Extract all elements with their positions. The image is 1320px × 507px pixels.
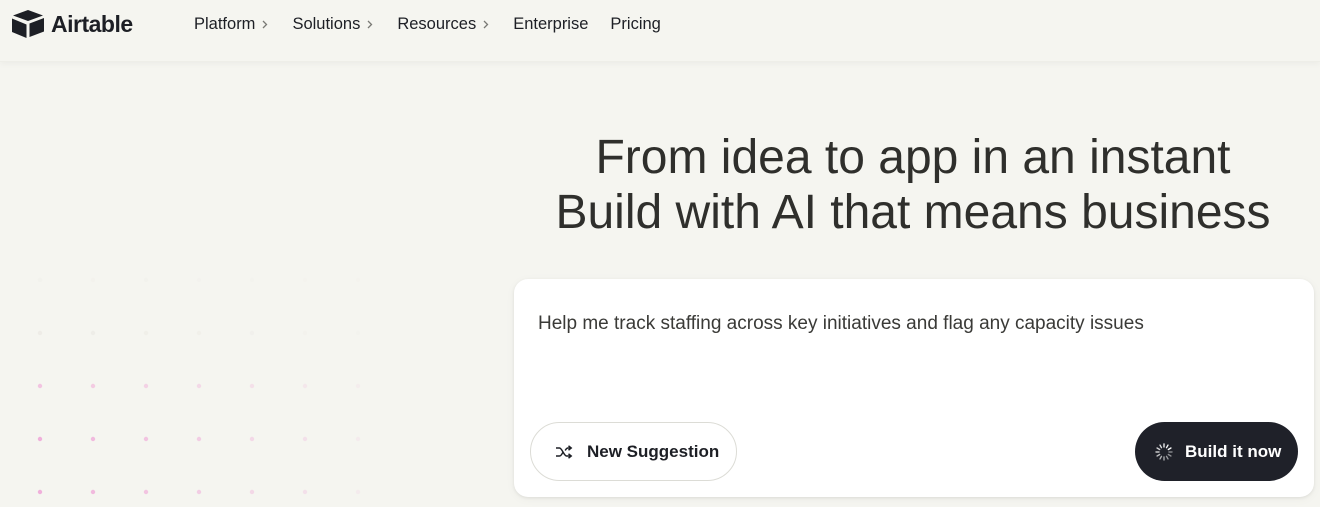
decorative-dot: [302, 330, 308, 336]
nav-item-pricing[interactable]: Pricing: [610, 14, 660, 34]
chevron-right-icon: [262, 14, 268, 34]
decorative-dot: [196, 277, 202, 283]
decorative-dot: [90, 277, 96, 283]
decorative-dot: [302, 277, 308, 283]
decorative-dot: [355, 277, 361, 283]
decorative-dot: [196, 383, 202, 389]
decorative-dot: [143, 383, 149, 389]
decorative-dot: [37, 277, 43, 283]
decorative-dot: [355, 489, 361, 495]
decorative-dot-grid: [37, 277, 361, 495]
hero-headline: From idea to app in an instant Build wit…: [513, 130, 1313, 240]
decorative-dot: [249, 277, 255, 283]
decorative-dot: [249, 436, 255, 442]
decorative-dot: [37, 330, 43, 336]
hero-line-1: From idea to app in an instant: [595, 131, 1231, 184]
decorative-dot: [143, 330, 149, 336]
nav-item-label: Resources: [397, 15, 477, 33]
nav-item-solutions[interactable]: Solutions: [292, 14, 373, 34]
spinner-icon: [1155, 442, 1173, 461]
prompt-card: Help me track staffing across key initia…: [514, 279, 1314, 497]
decorative-dot: [143, 436, 149, 442]
decorative-dot: [143, 277, 149, 283]
nav-item-label: Platform: [194, 15, 256, 33]
nav-item-label: Solutions: [292, 15, 361, 33]
new-suggestion-label: New Suggestion: [587, 441, 720, 461]
decorative-dot: [37, 489, 43, 495]
prompt-input[interactable]: Help me track staffing across key initia…: [538, 312, 1144, 336]
decorative-dot: [355, 330, 361, 336]
decorative-dot: [302, 489, 308, 495]
new-suggestion-button[interactable]: New Suggestion: [530, 422, 737, 481]
decorative-dot: [90, 330, 96, 336]
nav-item-label: Enterprise: [513, 15, 589, 33]
nav-item-label: Pricing: [610, 15, 661, 33]
decorative-dot: [302, 383, 308, 389]
decorative-dot: [143, 489, 149, 495]
decorative-dot: [196, 436, 202, 442]
top-navigation: Airtable Platform Solutions Resources En…: [0, 0, 1320, 62]
decorative-dot: [249, 383, 255, 389]
decorative-dot: [196, 330, 202, 336]
decorative-dot: [249, 489, 255, 495]
build-it-now-button[interactable]: Build it now: [1135, 422, 1298, 481]
nav-item-resources[interactable]: Resources: [397, 14, 489, 34]
decorative-dot: [355, 383, 361, 389]
chevron-right-icon: [483, 14, 489, 34]
decorative-dot: [196, 489, 202, 495]
nav-item-enterprise[interactable]: Enterprise: [513, 14, 588, 34]
decorative-dot: [90, 383, 96, 389]
hero-line-2: Build with AI that means business: [555, 186, 1271, 239]
decorative-dot: [37, 436, 43, 442]
chevron-right-icon: [367, 14, 373, 34]
decorative-dot: [302, 436, 308, 442]
nav-item-platform[interactable]: Platform: [194, 14, 268, 34]
decorative-dot: [90, 489, 96, 495]
decorative-dot: [90, 436, 96, 442]
decorative-dot: [37, 383, 43, 389]
brand-name: Airtable: [51, 11, 133, 37]
airtable-logo[interactable]: Airtable: [11, 9, 133, 39]
airtable-logo-icon: [12, 10, 44, 38]
build-it-now-label: Build it now: [1185, 441, 1282, 461]
shuffle-icon: [555, 444, 573, 459]
decorative-dot: [249, 330, 255, 336]
nav-menu: Platform Solutions Resources Enterprise …: [194, 14, 683, 34]
decorative-dot: [355, 436, 361, 442]
